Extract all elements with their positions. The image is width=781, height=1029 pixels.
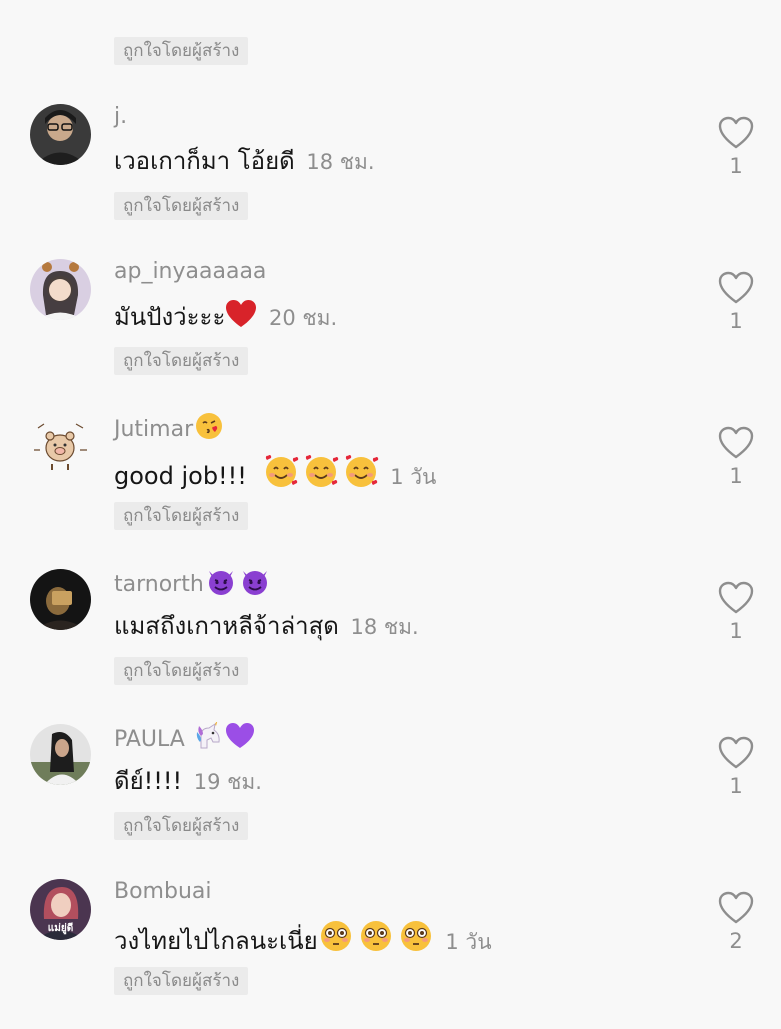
comment-text-line: มันปังว่ะะะ 20 ชม. (114, 299, 337, 335)
smiling-face-with-hearts-icon (303, 454, 339, 488)
smiling-face-with-hearts-icon (343, 454, 379, 488)
like-count: 1 (729, 309, 743, 333)
comment-username[interactable]: Bombuai (114, 877, 212, 907)
smiling-devil-icon (240, 567, 270, 595)
heart-outline-icon (718, 271, 754, 304)
smiling-face-with-hearts-icon (263, 454, 299, 488)
comment-username[interactable]: j. (114, 102, 127, 132)
heart-outline-icon (718, 581, 754, 614)
comment-time: 18 ชม. (350, 615, 419, 639)
like-count: 1 (729, 619, 743, 643)
creator-liked-label: ถูกใจโดยผู้สร้าง (114, 347, 249, 375)
like-button[interactable]: 1 (712, 271, 760, 333)
comment-username[interactable]: PAULA (114, 722, 255, 755)
comment-item: j. เวอเกาก็มา โอ้ยดี 18 ชม. ถูกใจโดยผู้ส… (0, 104, 781, 254)
creator-liked-label: ถูกใจโดยผู้สร้าง (114, 967, 249, 995)
comment-text: วงไทยไปไกลนะเนี่ย (114, 927, 318, 955)
comment-text: เวอเกาก็มา โอ้ยดี (114, 147, 295, 175)
comment-item: ap_inyaaaaaa มันปังว่ะะะ 20 ชม. ถูกใจโดย… (0, 259, 781, 409)
heart-outline-icon (718, 736, 754, 769)
heart-outline-icon (718, 891, 754, 924)
comment-text-line: ดีย์!!!! 19 ชม. (114, 764, 262, 799)
comment-item: Jutimar good job!!! 1 วัน ถูกใจโดยผู้สร้… (0, 412, 781, 564)
heart-outline-icon (718, 426, 754, 459)
comment-time: 1 วัน (390, 465, 437, 489)
comment-time: 19 ชม. (193, 770, 262, 794)
smiling-devil-icon (206, 567, 236, 595)
comment-time: 18 ชม. (306, 150, 375, 174)
comment-text: ดีย์!!!! (114, 767, 183, 795)
creator-liked-label: ถูกใจโดยผู้สร้าง (114, 192, 249, 220)
comment-username[interactable]: tarnorth (114, 567, 270, 600)
like-count: 1 (729, 774, 743, 798)
flushed-face-icon (358, 919, 394, 953)
comment-time: 20 ชม. (268, 306, 338, 330)
creator-liked-label: ถูกใจโดยผู้สร้าง (114, 37, 249, 65)
like-button[interactable]: 1 (712, 736, 760, 798)
like-button[interactable]: 1 (712, 116, 760, 178)
face-blowing-kiss-icon (195, 412, 223, 440)
like-button[interactable]: 1 (712, 581, 760, 643)
like-count: 2 (729, 929, 743, 953)
avatar[interactable]: แม่ยู่ดี (30, 879, 91, 940)
comment-text-line: good job!!! 1 วัน (114, 454, 436, 494)
creator-liked-label: ถูกใจโดยผู้สร้าง (114, 502, 249, 530)
purple-heart-icon (225, 722, 255, 750)
avatar[interactable] (30, 414, 91, 475)
comment-time: 1 วัน (445, 930, 492, 954)
flushed-face-icon (318, 919, 354, 953)
like-button[interactable]: 1 (712, 426, 760, 488)
unicorn-icon (193, 722, 223, 750)
creator-liked-label: ถูกใจโดยผู้สร้าง (114, 812, 249, 840)
comment-item: แม่ยู่ดี Bombuai วงไทยไปไกลนะเนี่ย 1 วัน… (0, 879, 781, 1029)
like-button[interactable]: 2 (712, 891, 760, 953)
avatar[interactable] (30, 104, 91, 165)
comment-text-line: วงไทยไปไกลนะเนี่ย 1 วัน (114, 919, 492, 959)
comment-text: มันปังว่ะะะ (114, 303, 226, 331)
avatar[interactable] (30, 724, 91, 785)
like-count: 1 (729, 464, 743, 488)
flushed-face-icon (398, 919, 434, 953)
comment-username[interactable]: Jutimar (114, 412, 223, 445)
comment-text-line: แมสถึงเกาหลีจ้าล่าสุด 18 ชม. (114, 609, 419, 644)
heart-outline-icon (718, 116, 754, 149)
comment-text-line: เวอเกาก็มา โอ้ยดี 18 ชม. (114, 144, 375, 179)
comment-item: PAULA ดีย์!!!! 19 ชม. ถูกใจโดยผู้สร้าง 1 (0, 722, 781, 874)
creator-liked-badge: ถูกใจโดยผู้สร้าง (114, 37, 249, 65)
like-count: 1 (729, 154, 743, 178)
comment-username[interactable]: ap_inyaaaaaa (114, 257, 266, 287)
comment-text: แมสถึงเกาหลีจ้าล่าสุด (114, 612, 339, 640)
avatar[interactable] (30, 259, 91, 320)
creator-liked-label: ถูกใจโดยผู้สร้าง (114, 657, 249, 685)
avatar[interactable] (30, 569, 91, 630)
svg-text:แม่ยู่ดี: แม่ยู่ดี (48, 922, 73, 935)
red-heart-icon (225, 299, 257, 329)
comment-item: tarnorth แมสถึงเกาหลีจ้าล่าสุด 18 ชม. ถู… (0, 569, 781, 719)
comment-text: good job!!! (114, 462, 247, 490)
